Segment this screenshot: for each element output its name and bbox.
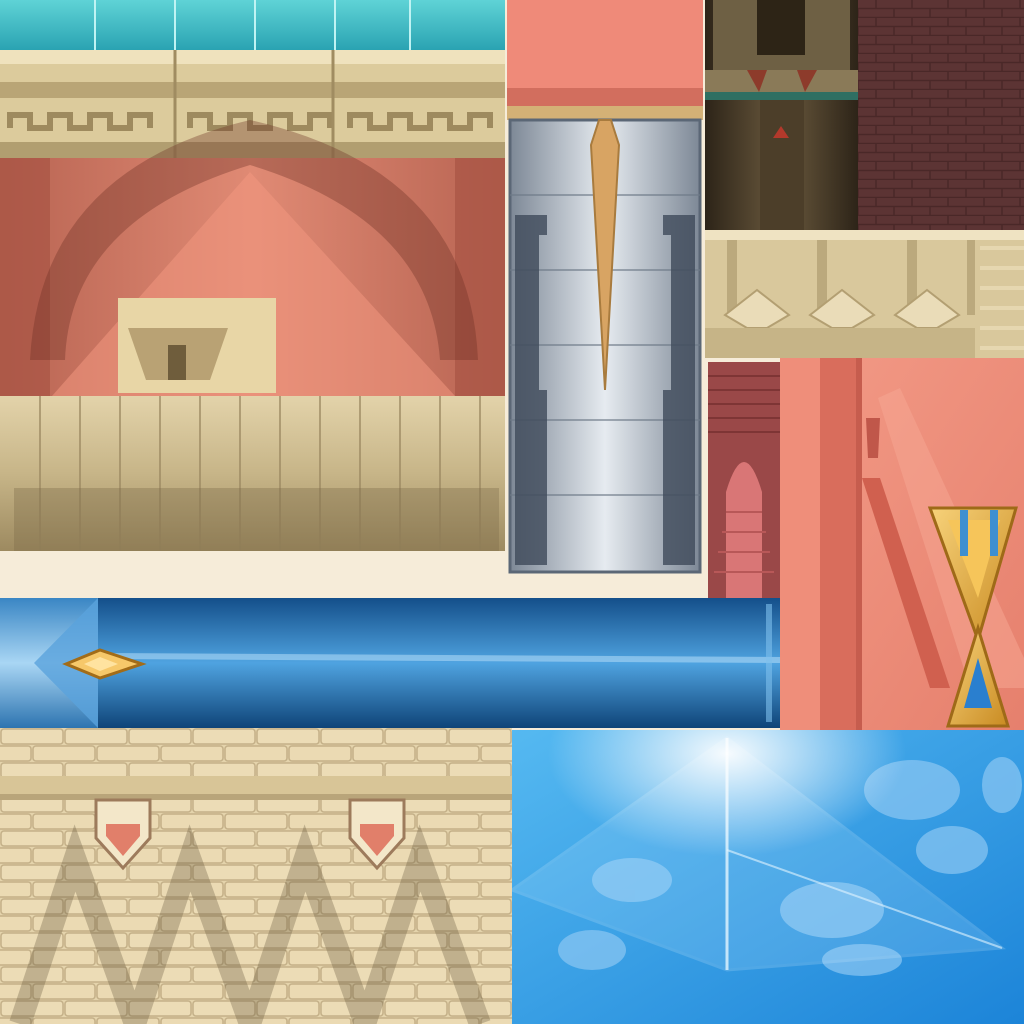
texture-atlas <box>0 0 1024 1024</box>
pink-pillar-ornament-tile <box>780 358 1024 730</box>
stone-pillar-tile <box>507 0 703 575</box>
sandstone-wall-tile <box>0 728 512 1024</box>
dark-doorway-tile <box>705 0 858 230</box>
temple-facade-tile <box>0 0 505 598</box>
sand-frieze-tile <box>705 230 1024 358</box>
stair-arch-tile <box>708 362 780 598</box>
blue-beam-tile <box>0 598 780 728</box>
glass-pyramid-tile <box>512 730 1024 1024</box>
brick-wall-tile <box>858 0 1024 230</box>
